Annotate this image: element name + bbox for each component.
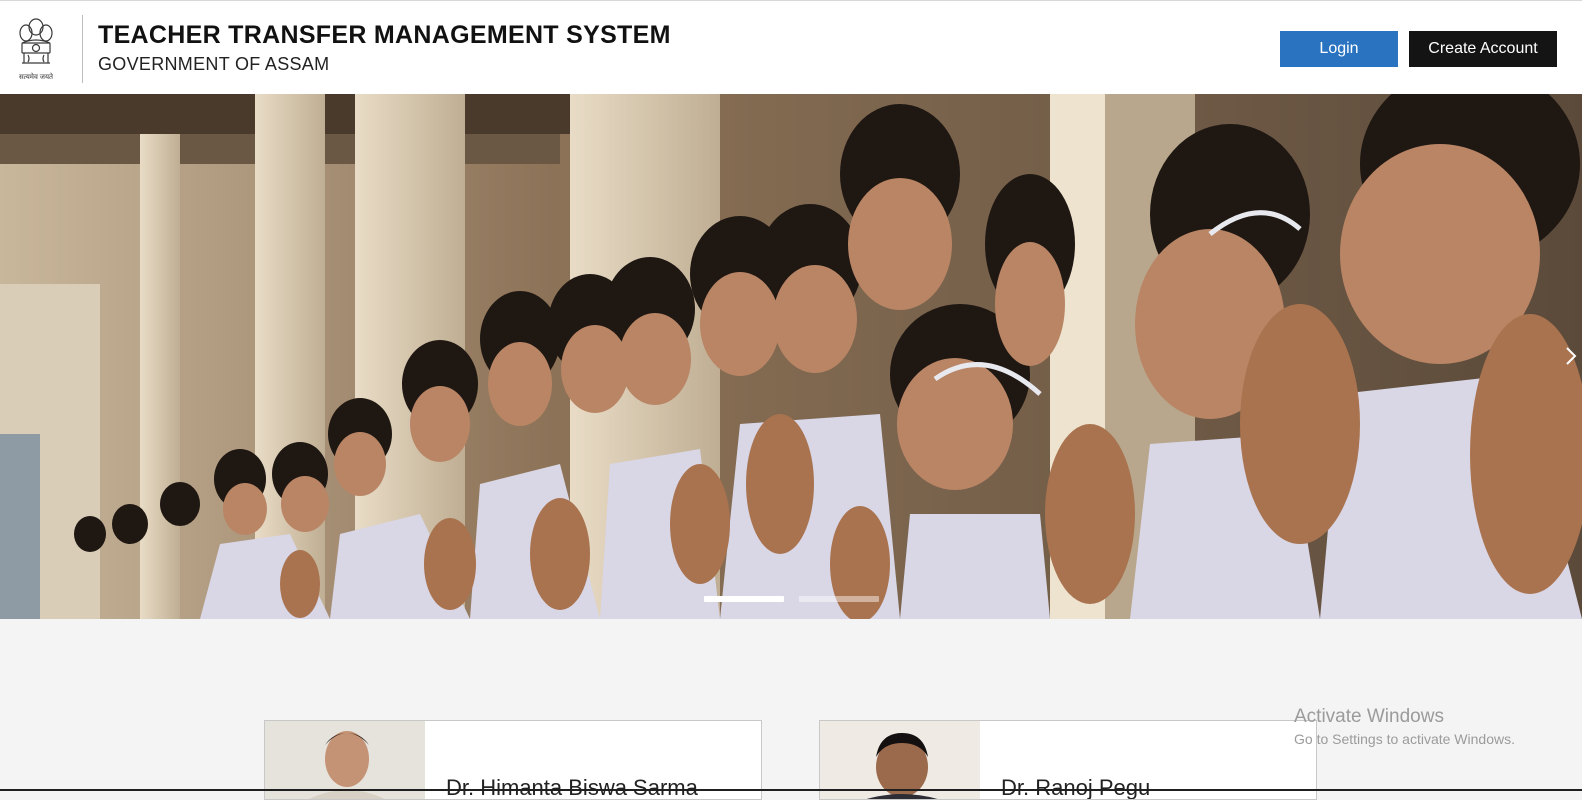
profile-card: Dr. Himanta Biswa Sarma xyxy=(264,720,762,800)
profile-name: Dr. Ranoj Pegu xyxy=(1001,775,1151,800)
chevron-right-icon xyxy=(1566,347,1577,365)
hero-slide-image xyxy=(0,94,1582,619)
login-button[interactable]: Login xyxy=(1280,31,1398,67)
site-subtitle: GOVERNMENT OF ASSAM xyxy=(98,54,330,74)
profile-card: Dr. Ranoj Pegu xyxy=(819,720,1317,800)
carousel-indicator-1[interactable] xyxy=(704,596,784,602)
windows-watermark-subtitle: Go to Settings to activate Windows. xyxy=(1294,731,1515,747)
hero-carousel[interactable] xyxy=(0,94,1582,619)
profile-name: Dr. Himanta Biswa Sarma xyxy=(446,775,698,800)
site-title: TEACHER TRANSFER MANAGEMENT SYSTEM xyxy=(98,21,671,49)
header-divider xyxy=(82,15,83,83)
site-header: सत्यमेव जयते TEACHER TRANSFER MANAGEMENT… xyxy=(0,0,1582,94)
windows-watermark-title: Activate Windows xyxy=(1294,706,1444,727)
create-account-button[interactable]: Create Account xyxy=(1409,31,1557,67)
emblem-motto: सत्यमेव जयते xyxy=(18,74,54,81)
carousel-indicator-2[interactable] xyxy=(799,596,879,602)
carousel-next-arrow[interactable] xyxy=(1564,344,1578,368)
